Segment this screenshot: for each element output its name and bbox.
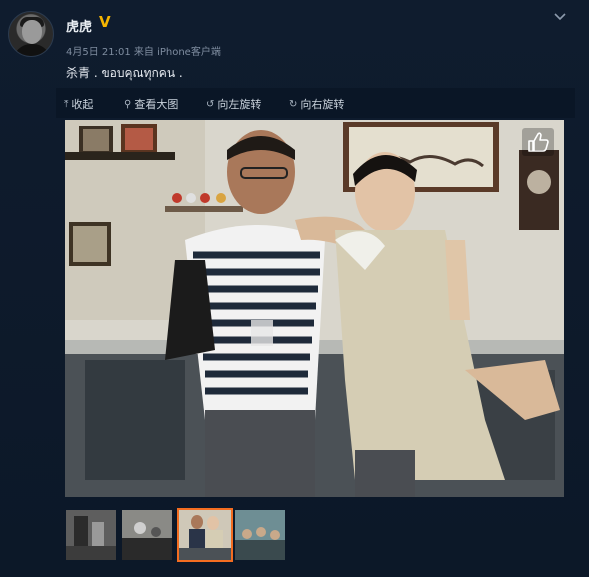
user-avatar[interactable] — [8, 11, 54, 57]
username[interactable]: 虎虎 — [66, 16, 92, 35]
chevron-down-icon[interactable] — [553, 10, 567, 24]
view-large-button[interactable]: ⚲ 查看大图 — [124, 96, 178, 112]
post-meta: 4月5日 21:01 来自 iPhone客户端 — [66, 47, 221, 58]
rotate-left-icon: ↺ — [206, 98, 215, 110]
thumbnail-3[interactable] — [177, 508, 233, 562]
thumbnail-1[interactable] — [66, 510, 116, 560]
rotate-left-button[interactable]: ↺ 向左旋转 — [206, 96, 261, 112]
rotate-right-label: 向右旋转 — [300, 98, 345, 111]
collapse-up-icon: ⤒ — [64, 98, 69, 110]
weibo-post-card: 虎虎 V 4月5日 21:01 来自 iPhone客户端 杀青 . ขอบคุณ… — [0, 0, 589, 577]
rotate-left-label: 向左旋转 — [217, 98, 262, 111]
view-large-label: 查看大图 — [134, 98, 179, 111]
like-thumbs-up-icon[interactable] — [522, 128, 554, 156]
photo-illustration — [65, 120, 564, 497]
post-photo[interactable] — [65, 120, 564, 497]
thumbnail-2[interactable] — [122, 510, 172, 560]
verified-v-icon: V — [99, 13, 111, 31]
post-text: 杀青 . ขอบคุณทุกคน . — [66, 66, 183, 80]
rotate-right-button[interactable]: ↻ 向右旋转 — [289, 96, 344, 112]
collapse-label: 收起 — [71, 98, 94, 111]
collapse-button[interactable]: ⤒ 收起 — [64, 96, 93, 112]
rotate-right-icon: ↻ — [289, 98, 298, 110]
magnifier-icon: ⚲ — [124, 98, 132, 110]
image-toolbar: ⤒ 收起 ⚲ 查看大图 ↺ 向左旋转 ↻ 向右旋转 — [56, 88, 575, 118]
thumbnail-4[interactable] — [235, 510, 285, 560]
